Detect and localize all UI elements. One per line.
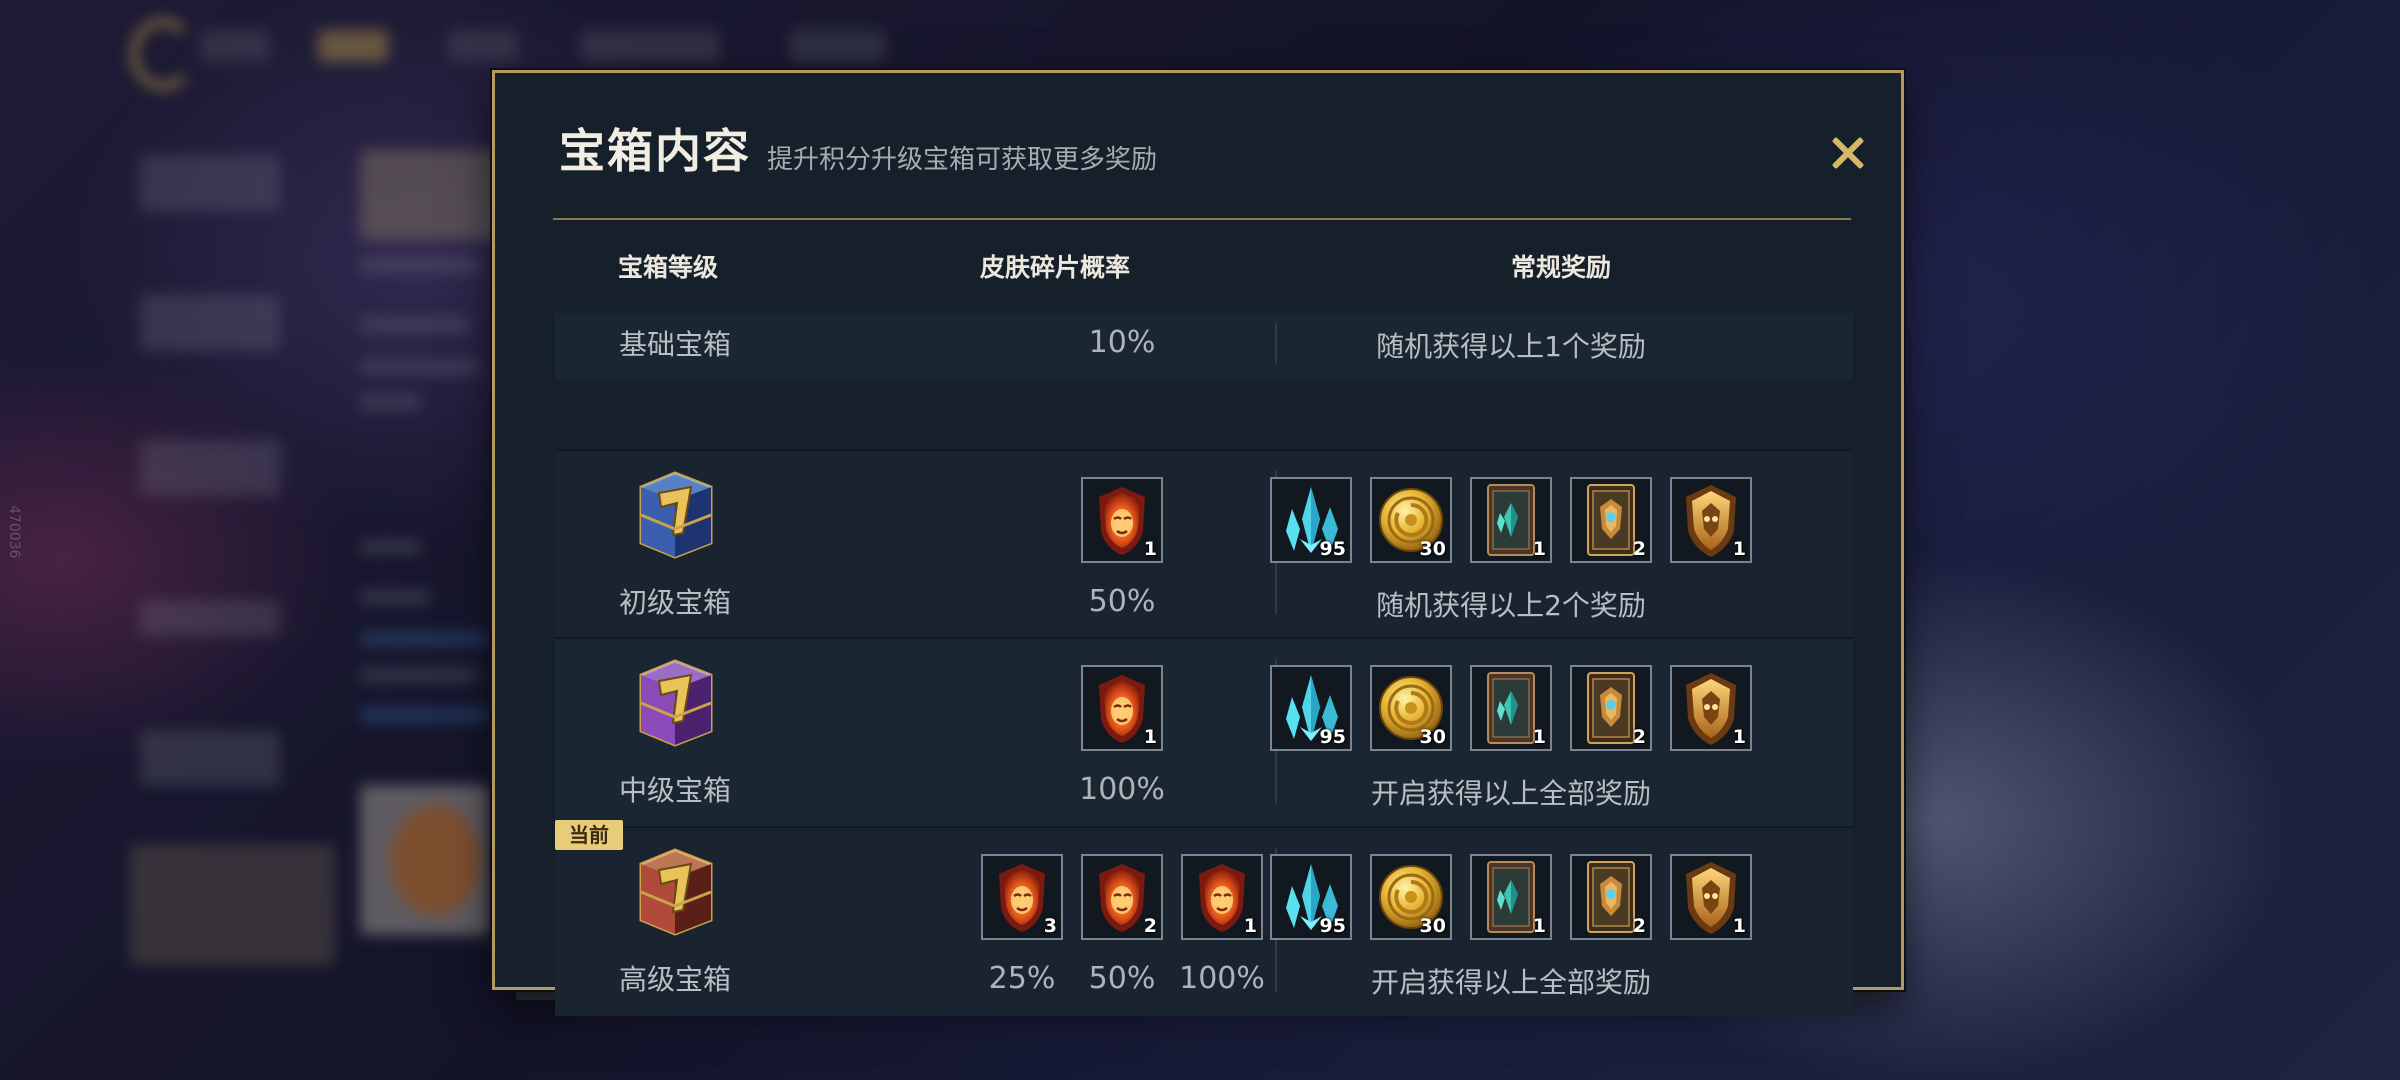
item-count: 30	[1419, 915, 1446, 937]
red-chest-icon	[629, 840, 721, 940]
item-count: 2	[1632, 915, 1646, 937]
reward-slot-gold-coin[interactable]: 30	[1370, 854, 1452, 940]
reward-slot-gold-coin[interactable]: 30	[1370, 665, 1452, 751]
rewards-description: 开启获得以上全部奖励	[1370, 777, 1651, 810]
item-count: 95	[1319, 915, 1346, 937]
dialog-subtitle: 提升积分升级宝箱可获取更多奖励	[767, 145, 1158, 175]
row-separator	[555, 637, 1853, 639]
item-count: 1	[1532, 538, 1546, 560]
tier-name: 高级宝箱	[618, 963, 731, 996]
header-tier: 宝箱等级	[618, 253, 719, 282]
tier-name: 初级宝箱	[618, 586, 731, 619]
item-count: 1	[1732, 538, 1746, 560]
row-separator	[555, 826, 1853, 828]
item-count: 3	[1043, 915, 1057, 937]
blue-chest-icon	[629, 463, 721, 563]
skin-fragment-slot[interactable]: 1	[1081, 665, 1163, 751]
item-count: 1	[1532, 726, 1546, 748]
rewards-description: 开启获得以上全部奖励	[1370, 966, 1651, 999]
item-count: 2	[1632, 538, 1646, 560]
reward-slot-gem-card-gold[interactable]: 2	[1570, 477, 1652, 563]
reward-slot-gem-card-green[interactable]: 1	[1470, 477, 1552, 563]
rewards-description: 随机获得以上2个奖励	[1376, 589, 1646, 622]
item-count: 95	[1319, 538, 1346, 560]
reward-slot-gold-emblem[interactable]: 1	[1670, 477, 1752, 563]
fragment-rate: 100%	[1079, 772, 1165, 807]
current-badge: 当前	[555, 820, 623, 850]
item-count: 1	[1143, 726, 1157, 748]
reward-slot-gold-coin[interactable]: 30	[1370, 477, 1452, 563]
reward-slot-gem-card-gold[interactable]: 2	[1570, 854, 1652, 940]
skin-fragment-slot[interactable]: 3	[981, 854, 1063, 940]
fragment-rate: 10%	[1088, 325, 1156, 360]
item-count: 2	[1632, 726, 1646, 748]
reward-slot-gold-emblem[interactable]: 1	[1670, 854, 1752, 940]
item-count: 30	[1419, 538, 1446, 560]
reward-slot-gem-card-gold[interactable]: 2	[1570, 665, 1652, 751]
item-count: 30	[1419, 726, 1446, 748]
item-count: 1	[1732, 726, 1746, 748]
title-divider	[553, 218, 1851, 220]
reward-slot-blue-crystal[interactable]: 95	[1270, 854, 1352, 940]
chest-contents-dialog: 宝箱内容 提升积分升级宝箱可获取更多奖励 宝箱等级 皮肤碎片概率 常规奖励 基础…	[492, 70, 1904, 1016]
item-count: 1	[1532, 915, 1546, 937]
skin-fragment-slot[interactable]: 2	[1081, 854, 1163, 940]
skin-fragment-slot[interactable]: 1	[1181, 854, 1263, 940]
row-separator	[555, 449, 1853, 451]
item-count: 1	[1732, 915, 1746, 937]
reward-slot-blue-crystal[interactable]: 95	[1270, 665, 1352, 751]
skin-fragment-slot[interactable]: 1	[1081, 477, 1163, 563]
tier-name: 基础宝箱	[618, 328, 731, 361]
dialog-title: 宝箱内容	[559, 124, 751, 178]
reward-slot-gold-emblem[interactable]: 1	[1670, 665, 1752, 751]
rewards-description: 随机获得以上1个奖励	[1376, 330, 1646, 363]
fragment-rate: 50%	[1088, 584, 1156, 619]
reward-slot-blue-crystal[interactable]: 95	[1270, 477, 1352, 563]
tier-name: 中级宝箱	[618, 774, 731, 807]
item-count: 1	[1143, 538, 1157, 560]
item-count: 95	[1319, 726, 1346, 748]
purple-chest-icon	[629, 651, 721, 751]
item-count: 2	[1143, 915, 1157, 937]
header-skin-fragment-rate: 皮肤碎片概率	[980, 253, 1131, 282]
header-regular-rewards: 常规奖励	[1511, 253, 1612, 282]
reward-slot-gem-card-green[interactable]: 1	[1470, 854, 1552, 940]
close-icon[interactable]	[1825, 131, 1869, 175]
reward-slot-gem-card-green[interactable]: 1	[1470, 665, 1552, 751]
item-count: 1	[1243, 915, 1257, 937]
